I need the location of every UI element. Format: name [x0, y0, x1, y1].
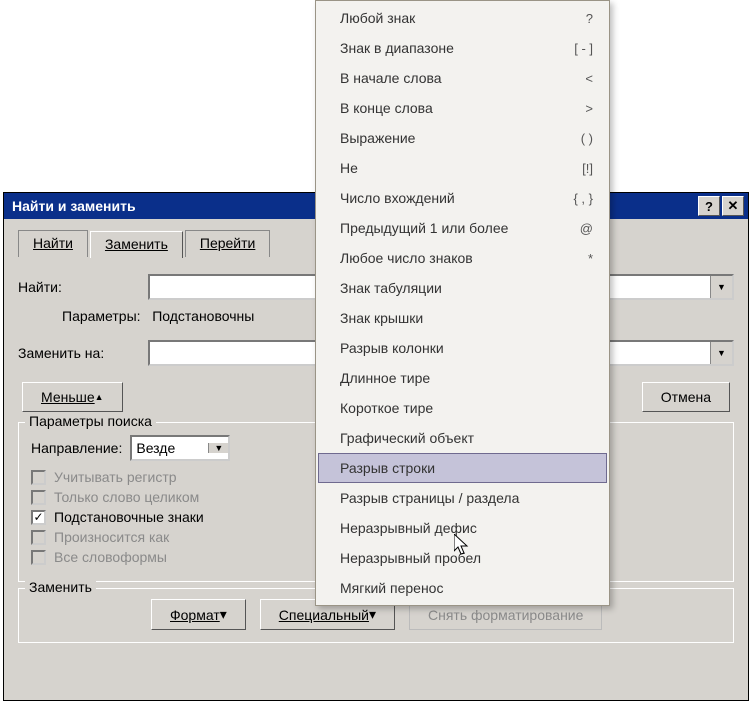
chevron-down-icon[interactable]: [710, 276, 732, 298]
menu-item-label: Короткое тире: [340, 400, 593, 416]
menu-item[interactable]: Предыдущий 1 или более @: [318, 213, 607, 243]
menu-item[interactable]: Знак табуляции: [318, 273, 607, 303]
menu-item[interactable]: Графический объект: [318, 423, 607, 453]
menu-item-label: Любой знак: [340, 10, 545, 26]
menu-item-symbol: [ - ]: [553, 41, 593, 56]
menu-item[interactable]: Разрыв строки: [318, 453, 607, 483]
menu-item-label: Графический объект: [340, 430, 593, 446]
menu-item[interactable]: В конце слова >: [318, 93, 607, 123]
menu-item-label: Выражение: [340, 130, 545, 146]
menu-item-symbol: ( ): [553, 131, 593, 146]
menu-item-symbol: { , }: [553, 191, 593, 206]
menu-item[interactable]: Разрыв колонки: [318, 333, 607, 363]
chevron-down-icon[interactable]: [208, 443, 228, 453]
menu-item[interactable]: Знак в диапазоне [ - ]: [318, 33, 607, 63]
chevron-down-icon[interactable]: [710, 342, 732, 364]
menu-item-label: Знак табуляции: [340, 280, 593, 296]
menu-item[interactable]: Любой знак?: [318, 3, 607, 33]
menu-item-symbol: <: [553, 71, 593, 86]
menu-item-symbol: *: [553, 251, 593, 266]
menu-item-label: Предыдущий 1 или более: [340, 220, 545, 236]
less-button[interactable]: Меньше: [22, 382, 123, 412]
menu-item-label: В конце слова: [340, 100, 545, 116]
menu-item-label: Знак крышки: [340, 310, 593, 326]
menu-item-symbol: [!]: [553, 161, 593, 176]
menu-item-label: Не: [340, 160, 545, 176]
close-button[interactable]: ✕: [722, 196, 744, 216]
menu-item[interactable]: Короткое тире: [318, 393, 607, 423]
format-button[interactable]: Формат ▾: [151, 599, 246, 630]
menu-item-symbol: >: [553, 101, 593, 116]
special-menu: Любой знак? Знак в диапазоне [ - ] В начале…: [315, 0, 610, 606]
bottom-group-title: Заменить: [25, 579, 96, 595]
menu-item-label: Разрыв колонки: [340, 340, 593, 356]
cancel-button[interactable]: Отмена: [642, 382, 730, 412]
help-button[interactable]: ?: [698, 196, 720, 216]
tab-replace[interactable]: Заменить: [90, 231, 183, 258]
menu-item-label: Неразрывный дефис: [340, 520, 593, 536]
menu-item[interactable]: Разрыв страницы / раздела: [318, 483, 607, 513]
menu-item-label: Разрыв строки: [340, 460, 593, 476]
direction-label: Направление:: [31, 440, 122, 456]
menu-item-label: Длинное тире: [340, 370, 593, 386]
menu-item[interactable]: В начале слова <: [318, 63, 607, 93]
menu-item[interactable]: Длинное тире: [318, 363, 607, 393]
menu-item[interactable]: Мягкий перенос: [318, 573, 607, 603]
tab-find[interactable]: Найти: [18, 230, 88, 257]
group-title: Параметры поиска: [25, 413, 156, 429]
menu-item[interactable]: Неразрывный дефис: [318, 513, 607, 543]
menu-item[interactable]: Не [!]: [318, 153, 607, 183]
menu-item[interactable]: Любое число знаков *: [318, 243, 607, 273]
menu-item[interactable]: Выражение ( ): [318, 123, 607, 153]
direction-select[interactable]: Везде: [130, 435, 230, 461]
menu-item[interactable]: Неразрывный пробел: [318, 543, 607, 573]
menu-item-label: Мягкий перенос: [340, 580, 593, 596]
menu-item-label: В начале слова: [340, 70, 545, 86]
checkmark-icon: ✓: [31, 510, 46, 525]
find-label: Найти:: [18, 279, 148, 295]
menu-item-label: Любое число знаков: [340, 250, 545, 266]
menu-item[interactable]: Число вхождений { , }: [318, 183, 607, 213]
menu-item-symbol: ?: [553, 11, 593, 26]
replace-label: Заменить на:: [18, 345, 148, 361]
menu-item-label: Знак в диапазоне: [340, 40, 545, 56]
tab-goto[interactable]: Перейти: [185, 230, 270, 257]
menu-item-symbol: @: [553, 221, 593, 236]
menu-item-label: Число вхождений: [340, 190, 545, 206]
menu-item[interactable]: Знак крышки: [318, 303, 607, 333]
menu-item-label: Неразрывный пробел: [340, 550, 593, 566]
menu-item-label: Разрыв страницы / раздела: [340, 490, 593, 506]
